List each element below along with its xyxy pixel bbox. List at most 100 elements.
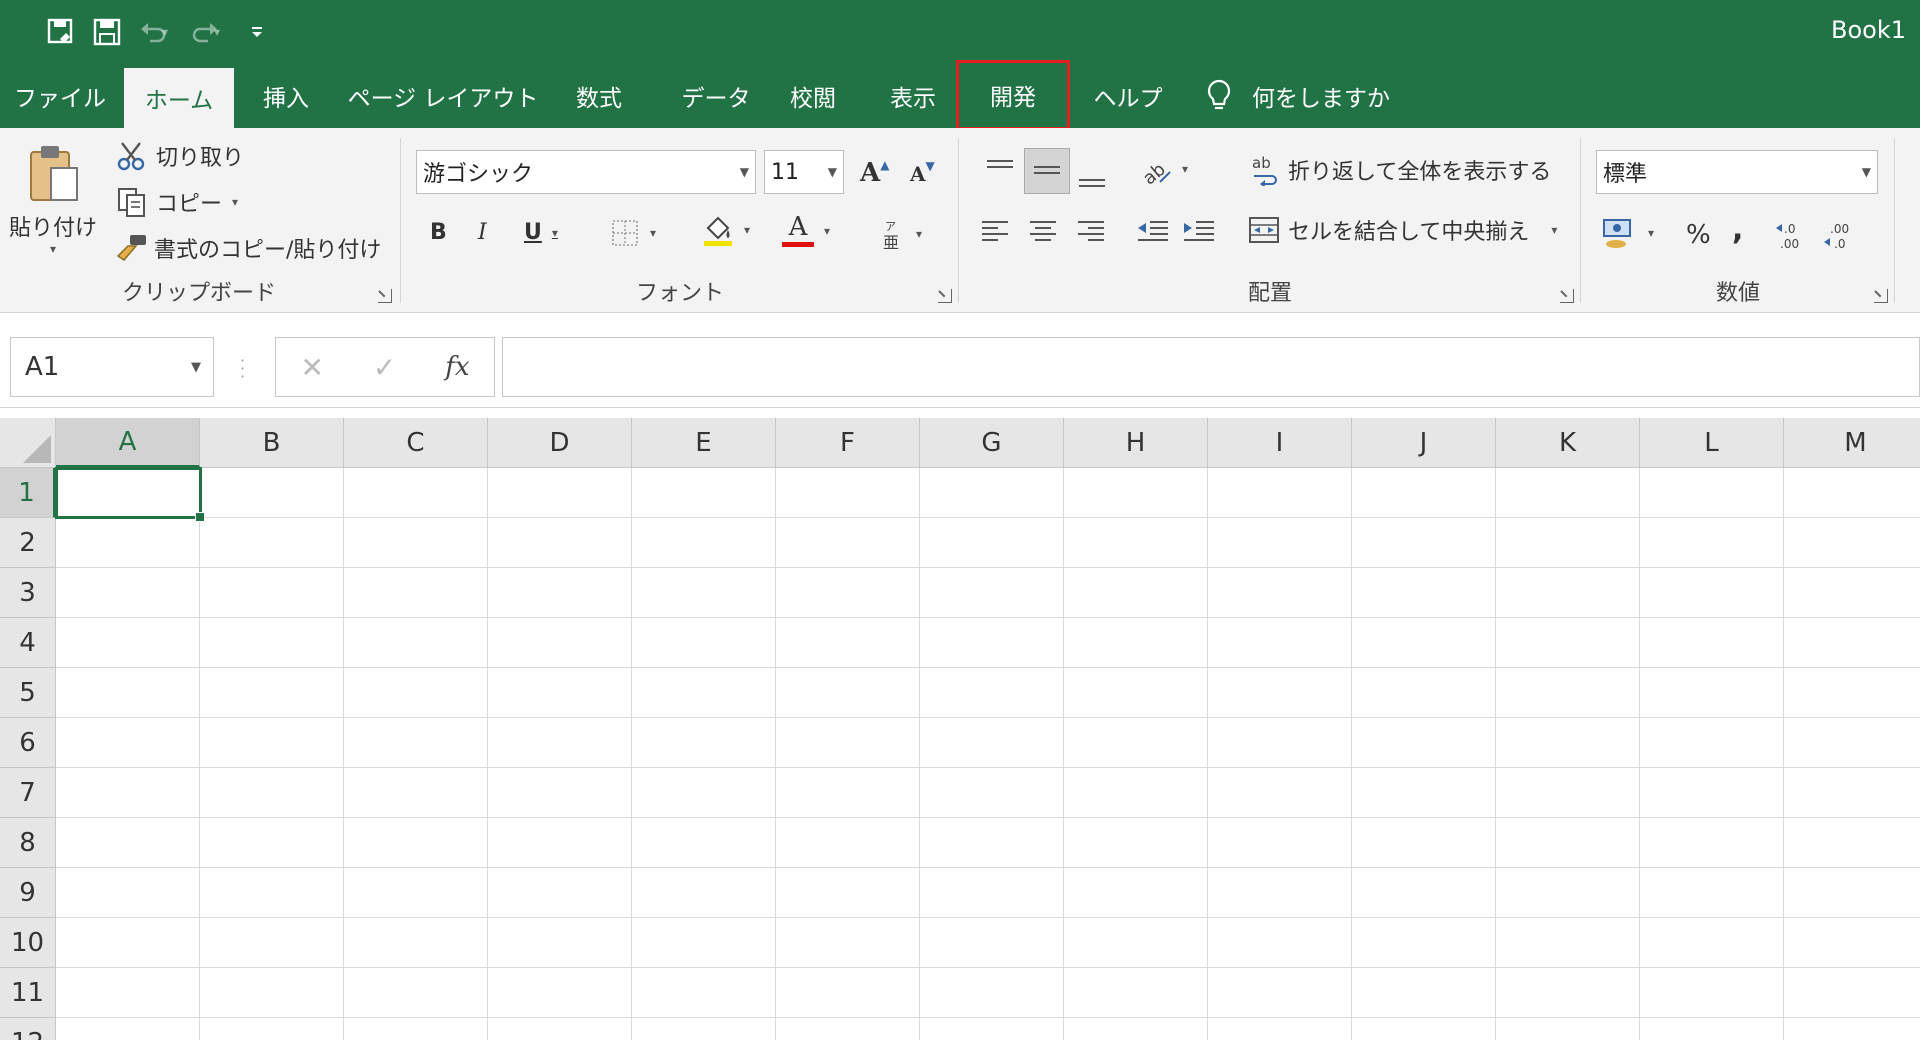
formula-bar-splitter-icon[interactable]: · · · bbox=[240, 353, 245, 385]
font-name-combobox[interactable]: 游ゴシック ▼ bbox=[416, 150, 756, 194]
column-header-h[interactable]: H bbox=[1064, 418, 1208, 468]
column-header-f[interactable]: F bbox=[776, 418, 920, 468]
row-header-11[interactable]: 11 bbox=[0, 968, 56, 1018]
underline-dropdown-icon[interactable]: ▾ bbox=[552, 226, 558, 240]
borders-button[interactable]: ▾ bbox=[610, 218, 656, 248]
row-header-3[interactable]: 3 bbox=[0, 568, 56, 618]
shrink-font-button[interactable]: A ▼ bbox=[910, 159, 935, 186]
bold-button[interactable]: B bbox=[430, 220, 447, 245]
tab-formulas[interactable]: 数式 bbox=[556, 64, 642, 128]
column-header-e[interactable]: E bbox=[632, 418, 776, 468]
redo-dropdown-icon[interactable]: ▾ bbox=[214, 25, 220, 39]
column-header-m[interactable]: M bbox=[1784, 418, 1920, 468]
insert-function-icon[interactable]: fx bbox=[445, 352, 469, 382]
row-header-4[interactable]: 4 bbox=[0, 618, 56, 668]
tab-view[interactable]: 表示 bbox=[870, 64, 956, 128]
number-format-combobox[interactable]: 標準 ▼ bbox=[1596, 150, 1878, 194]
orientation-dropdown-icon[interactable]: ▾ bbox=[1182, 162, 1188, 176]
tell-me-search[interactable]: 何をしますか bbox=[1206, 64, 1390, 128]
font-color-dropdown-icon[interactable]: ▾ bbox=[824, 224, 830, 238]
tab-home[interactable]: ホーム bbox=[124, 68, 234, 128]
tab-page-layout[interactable]: ページ レイアウト bbox=[348, 64, 539, 128]
column-header-g[interactable]: G bbox=[920, 418, 1064, 468]
merge-center-button[interactable]: セルを結合して中央揃え ▾ bbox=[1248, 214, 1557, 246]
tab-developer[interactable]: 開発 bbox=[956, 60, 1070, 130]
wrap-text-button[interactable]: ab 折り返して全体を表示する bbox=[1250, 154, 1551, 186]
merge-center-dropdown-icon[interactable]: ▾ bbox=[1551, 223, 1557, 237]
autosave-icon[interactable] bbox=[38, 14, 84, 50]
tab-insert[interactable]: 挿入 bbox=[234, 64, 338, 128]
row-header-9[interactable]: 9 bbox=[0, 868, 56, 918]
increase-decimal-button[interactable]: .0.00 bbox=[1774, 220, 1808, 250]
font-color-button[interactable]: A ▾ bbox=[782, 214, 830, 247]
align-left-button[interactable] bbox=[980, 218, 1010, 244]
tab-help[interactable]: ヘルプ bbox=[1080, 64, 1176, 128]
format-painter-button[interactable]: 書式のコピー/貼り付け bbox=[116, 232, 381, 264]
save-icon[interactable] bbox=[84, 14, 130, 50]
phonetic-guide-button[interactable]: ア亜 ▾ bbox=[880, 218, 922, 250]
redo-icon[interactable] bbox=[182, 14, 228, 50]
copy-button[interactable]: コピー ▾ bbox=[116, 186, 238, 218]
font-size-combobox[interactable]: 11 ▼ bbox=[764, 150, 844, 194]
number-format-dropdown-icon[interactable]: ▼ bbox=[1862, 165, 1871, 179]
tab-data[interactable]: データ bbox=[660, 64, 772, 128]
select-all-button[interactable] bbox=[0, 418, 56, 468]
orientation-button[interactable]: ab ▾ bbox=[1138, 152, 1188, 186]
name-box[interactable]: A1 ▼ bbox=[10, 337, 214, 397]
underline-button[interactable]: U ▾ bbox=[524, 220, 558, 245]
borders-dropdown-icon[interactable]: ▾ bbox=[650, 226, 656, 240]
column-header-l[interactable]: L bbox=[1640, 418, 1784, 468]
row-header-12[interactable]: 12 bbox=[0, 1018, 56, 1040]
font-name-dropdown-icon[interactable]: ▼ bbox=[740, 165, 749, 179]
comma-style-button[interactable]: , bbox=[1732, 212, 1743, 247]
customize-qat-icon[interactable] bbox=[234, 14, 280, 50]
number-dialog-launcher-icon[interactable] bbox=[1874, 289, 1888, 303]
column-header-d[interactable]: D bbox=[488, 418, 632, 468]
tab-review[interactable]: 校閲 bbox=[770, 64, 856, 128]
cut-button[interactable]: 切り取り bbox=[116, 140, 244, 172]
undo-icon[interactable] bbox=[130, 14, 176, 50]
column-header-j[interactable]: J bbox=[1352, 418, 1496, 468]
enter-check-icon[interactable]: ✓ bbox=[373, 351, 396, 384]
column-header-c[interactable]: C bbox=[344, 418, 488, 468]
alignment-dialog-launcher-icon[interactable] bbox=[1560, 289, 1574, 303]
clipboard-dialog-launcher-icon[interactable] bbox=[378, 289, 392, 303]
paste-button[interactable]: 貼り付け ▾ bbox=[9, 142, 97, 256]
row-header-10[interactable]: 10 bbox=[0, 918, 56, 968]
row-header-5[interactable]: 5 bbox=[0, 668, 56, 718]
active-cell-a1[interactable] bbox=[55, 467, 205, 522]
column-header-a[interactable]: A bbox=[56, 418, 200, 468]
paste-dropdown-icon[interactable]: ▾ bbox=[50, 242, 56, 256]
font-size-dropdown-icon[interactable]: ▼ bbox=[828, 165, 837, 179]
font-dialog-launcher-icon[interactable] bbox=[938, 289, 952, 303]
decrease-indent-button[interactable] bbox=[1136, 218, 1170, 244]
italic-button[interactable]: I bbox=[478, 220, 487, 245]
undo-dropdown-icon[interactable]: ▾ bbox=[162, 25, 168, 39]
cell-area[interactable] bbox=[56, 468, 1920, 1040]
fill-color-dropdown-icon[interactable]: ▾ bbox=[744, 223, 750, 237]
row-header-1[interactable]: 1 bbox=[0, 468, 56, 518]
accounting-dropdown-icon[interactable]: ▾ bbox=[1648, 226, 1654, 240]
align-top-button[interactable] bbox=[980, 150, 1020, 190]
row-header-2[interactable]: 2 bbox=[0, 518, 56, 568]
align-right-button[interactable] bbox=[1076, 218, 1106, 244]
align-center-button[interactable] bbox=[1028, 218, 1058, 244]
phonetic-dropdown-icon[interactable]: ▾ bbox=[916, 227, 922, 241]
accounting-format-button[interactable]: ▾ bbox=[1602, 216, 1654, 250]
grow-font-button[interactable]: A ▲ bbox=[860, 158, 889, 188]
row-header-7[interactable]: 7 bbox=[0, 768, 56, 818]
cancel-icon[interactable]: ✕ bbox=[300, 351, 323, 384]
fill-color-button[interactable]: ▾ bbox=[702, 214, 750, 246]
column-header-i[interactable]: I bbox=[1208, 418, 1352, 468]
name-box-dropdown-icon[interactable]: ▼ bbox=[191, 360, 201, 375]
column-header-b[interactable]: B bbox=[200, 418, 344, 468]
copy-dropdown-icon[interactable]: ▾ bbox=[232, 195, 238, 209]
increase-indent-button[interactable] bbox=[1182, 218, 1216, 244]
row-header-8[interactable]: 8 bbox=[0, 818, 56, 868]
percent-style-button[interactable]: % bbox=[1686, 220, 1711, 250]
formula-input[interactable] bbox=[502, 337, 1920, 397]
align-middle-button[interactable] bbox=[1024, 148, 1070, 194]
align-bottom-button[interactable] bbox=[1072, 158, 1112, 198]
decrease-decimal-button[interactable]: .00.0 bbox=[1822, 220, 1856, 250]
row-header-6[interactable]: 6 bbox=[0, 718, 56, 768]
